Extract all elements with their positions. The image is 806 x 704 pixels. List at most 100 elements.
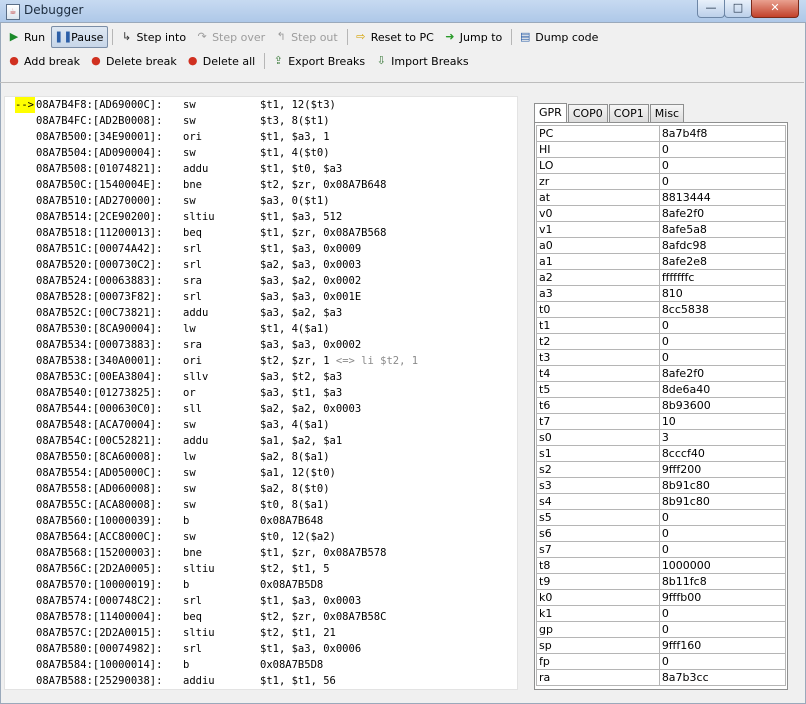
- register-row[interactable]: s5 0: [536, 509, 787, 526]
- add-break-button[interactable]: ● Add break: [4, 50, 85, 72]
- register-value[interactable]: 9fffb00: [658, 589, 787, 606]
- register-row[interactable]: t6 8b93600: [536, 397, 787, 414]
- register-row[interactable]: v0 8afe2f0: [536, 205, 787, 222]
- register-value[interactable]: 8afe2f0: [658, 205, 787, 222]
- register-value[interactable]: 0: [658, 141, 787, 158]
- register-row[interactable]: t5 8de6a40: [536, 381, 787, 398]
- register-row[interactable]: t1 0: [536, 317, 787, 334]
- register-row[interactable]: a1 8afe2e8: [536, 253, 787, 270]
- register-value[interactable]: 8b91c80: [658, 493, 787, 510]
- register-row[interactable]: s7 0: [536, 541, 787, 558]
- register-value[interactable]: 0: [658, 173, 787, 190]
- register-row[interactable]: gp 0: [536, 621, 787, 638]
- reset-to-pc-button[interactable]: ⇨ Reset to PC: [351, 26, 439, 48]
- disasm-line[interactable]: 08A7B560:[10000039]: b 0x08A7B648: [5, 513, 515, 529]
- register-value[interactable]: 0: [658, 541, 787, 558]
- disasm-line[interactable]: 08A7B52C:[00C73821]: addu $a3, $a2, $a3: [5, 305, 515, 321]
- disasm-line[interactable]: 08A7B50C:[1540004E]: bne $t2, $zr, 0x08A7B…: [5, 177, 515, 193]
- register-row[interactable]: a3 810: [536, 285, 787, 302]
- tab-gpr[interactable]: GPR: [534, 103, 567, 123]
- disasm-line[interactable]: 08A7B578:[11400004]: beq $t2, $zr, 0x08A7B…: [5, 609, 515, 625]
- export-breaks-button[interactable]: ⇪ Export Breaks: [268, 50, 370, 72]
- register-row[interactable]: v1 8afe5a8: [536, 221, 787, 238]
- disassembly-view[interactable]: --> 08A7B4F8:[AD69000C]: sw $t1, 12($t3) 08A…: [4, 96, 518, 690]
- register-value[interactable]: 8a7b3cc: [658, 669, 787, 686]
- disasm-line[interactable]: 08A7B504:[AD090004]: sw $t1, 4($t0): [5, 145, 515, 161]
- register-value[interactable]: 10: [658, 413, 787, 430]
- disasm-line[interactable]: 08A7B530:[8CA90004]: lw $t1, 4($a1): [5, 321, 515, 337]
- step-out-button[interactable]: ↰ Step out: [271, 26, 343, 48]
- register-row[interactable]: t8 1000000: [536, 557, 787, 574]
- disasm-line[interactable]: 08A7B528:[00073F82]: srl $a3, $a3, 0x001E: [5, 289, 515, 305]
- register-row[interactable]: s4 8b91c80: [536, 493, 787, 510]
- delete-break-button[interactable]: ● Delete break: [86, 50, 182, 72]
- register-value[interactable]: 8de6a40: [658, 381, 787, 398]
- register-value[interactable]: 1000000: [658, 557, 787, 574]
- register-value[interactable]: 0: [658, 333, 787, 350]
- disasm-line[interactable]: 08A7B518:[11200013]: beq $t1, $zr, 0x08A7B…: [5, 225, 515, 241]
- register-row[interactable]: s3 8b91c80: [536, 477, 787, 494]
- pause-button[interactable]: ❚❚ Pause: [51, 26, 109, 48]
- tab-cop1[interactable]: COP1: [608, 104, 649, 122]
- register-row[interactable]: s1 8cccf40: [536, 445, 787, 462]
- register-value[interactable]: 0: [658, 157, 787, 174]
- disasm-line[interactable]: 08A7B534:[00073883]: sra $a3, $a3, 0x0002: [5, 337, 515, 353]
- register-row[interactable]: PC 8a7b4f8: [536, 125, 787, 142]
- disasm-line[interactable]: 08A7B570:[10000019]: b 0x08A7B5D8: [5, 577, 515, 593]
- jump-to-button[interactable]: ➜ Jump to: [440, 26, 507, 48]
- disasm-line[interactable]: 08A7B500:[34E90001]: ori $t1, $a3, 1: [5, 129, 515, 145]
- dump-code-button[interactable]: ▤ Dump code: [515, 26, 603, 48]
- register-row[interactable]: a2 fffffffc: [536, 269, 787, 286]
- disasm-line[interactable]: 08A7B4FC:[AD2B0008]: sw $t3, 8($t1): [5, 113, 515, 129]
- import-breaks-button[interactable]: ⇩ Import Breaks: [371, 50, 473, 72]
- disasm-line[interactable]: 08A7B55C:[ACA80008]: sw $t0, 8($a1): [5, 497, 515, 513]
- register-value[interactable]: 0: [658, 349, 787, 366]
- register-row[interactable]: a0 8afdc98: [536, 237, 787, 254]
- maximize-button[interactable]: □: [724, 0, 752, 18]
- register-value[interactable]: 8b93600: [658, 397, 787, 414]
- register-value[interactable]: 0: [658, 509, 787, 526]
- register-row[interactable]: s2 9fff200: [536, 461, 787, 478]
- disasm-line[interactable]: 08A7B558:[AD060008]: sw $a2, 8($t0): [5, 481, 515, 497]
- register-value[interactable]: 0: [658, 621, 787, 638]
- register-value[interactable]: 8813444: [658, 189, 787, 206]
- register-row[interactable]: LO 0: [536, 157, 787, 174]
- disasm-line[interactable]: 08A7B508:[01074821]: addu $t1, $t0, $a3: [5, 161, 515, 177]
- disasm-line[interactable]: 08A7B540:[01273825]: or $a3, $t1, $a3: [5, 385, 515, 401]
- close-button[interactable]: ✕: [751, 0, 799, 18]
- run-button[interactable]: ▶ Run: [4, 26, 50, 48]
- register-value[interactable]: 0: [658, 525, 787, 542]
- disasm-line[interactable]: 08A7B544:[000630C0]: sll $a2, $a2, 0x0003: [5, 401, 515, 417]
- tab-misc[interactable]: Misc: [649, 104, 685, 122]
- disasm-line[interactable]: 08A7B550:[8CA60008]: lw $a2, 8($a1): [5, 449, 515, 465]
- register-row[interactable]: HI 0: [536, 141, 787, 158]
- register-row[interactable]: zr 0: [536, 173, 787, 190]
- disasm-line[interactable]: 08A7B57C:[2D2A0015]: sltiu $t2, $t1, 21: [5, 625, 515, 641]
- register-row[interactable]: t4 8afe2f0: [536, 365, 787, 382]
- register-value[interactable]: 9fff200: [658, 461, 787, 478]
- register-value[interactable]: 8cccf40: [658, 445, 787, 462]
- disasm-line[interactable]: --> 08A7B4F8:[AD69000C]: sw $t1, 12($t3): [5, 97, 515, 113]
- register-value[interactable]: 8a7b4f8: [658, 125, 787, 142]
- title-bar[interactable]: ☕ Debugger — □ ✕: [0, 0, 806, 23]
- register-value[interactable]: 0: [658, 653, 787, 670]
- register-row[interactable]: s6 0: [536, 525, 787, 542]
- disasm-line[interactable]: 08A7B588:[25290038]: addiu $t1, $t1, 56: [5, 673, 515, 689]
- disasm-line[interactable]: 08A7B56C:[2D2A0005]: sltiu $t2, $t1, 5: [5, 561, 515, 577]
- register-row[interactable]: t2 0: [536, 333, 787, 350]
- register-value[interactable]: 8b91c80: [658, 477, 787, 494]
- register-row[interactable]: sp 9fff160: [536, 637, 787, 654]
- register-value[interactable]: 8b11fc8: [658, 573, 787, 590]
- disasm-line[interactable]: 08A7B564:[ACC8000C]: sw $t0, 12($a2): [5, 529, 515, 545]
- register-value[interactable]: 8cc5838: [658, 301, 787, 318]
- register-row[interactable]: t7 10: [536, 413, 787, 430]
- step-over-button[interactable]: ↷ Step over: [192, 26, 270, 48]
- disasm-line[interactable]: 08A7B520:[000730C2]: srl $a2, $a3, 0x0003: [5, 257, 515, 273]
- disasm-line[interactable]: 08A7B580:[00074982]: srl $t1, $a3, 0x0006: [5, 641, 515, 657]
- disasm-line[interactable]: 08A7B54C:[00C52821]: addu $a1, $a2, $a1: [5, 433, 515, 449]
- register-row[interactable]: fp 0: [536, 653, 787, 670]
- step-into-button[interactable]: ↳ Step into: [116, 26, 191, 48]
- disasm-line[interactable]: 08A7B524:[00063883]: sra $a3, $a2, 0x0002: [5, 273, 515, 289]
- disasm-line[interactable]: 08A7B568:[15200003]: bne $t1, $zr, 0x08A7B…: [5, 545, 515, 561]
- register-value[interactable]: 9fff160: [658, 637, 787, 654]
